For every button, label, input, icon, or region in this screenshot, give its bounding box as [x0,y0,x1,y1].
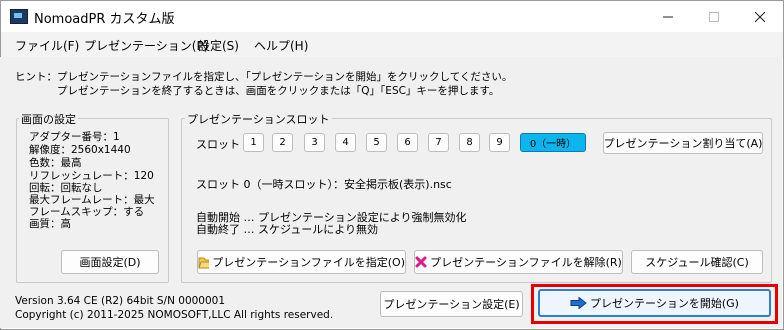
menu-file[interactable]: ファイル(F) [15,37,79,54]
display-settings-label: 画面の設定 [19,111,78,127]
assign-presentation-button[interactable]: プレゼンテーション割り当て(A) [603,132,763,154]
slot-button-4[interactable]: 4 [335,133,356,152]
presentation-slot-label: プレゼンテーションスロット [185,111,332,127]
release-file-button[interactable]: プレゼンテーションファイルを解除(R) [414,250,623,274]
display-info-quality: 画質：高 [29,218,71,230]
title-bar: NomoadPR カスタム版 [1,1,783,32]
delete-x-icon [415,256,427,268]
release-file-label: プレゼンテーションファイルを解除(R) [430,256,622,269]
display-info-resolution: 解像度：2560x1440 [29,144,131,156]
slot-label: スロット [196,138,240,151]
slot-button-1[interactable]: 1 [243,133,264,152]
auto-end-text: 自動終了 … スケジュールにより無効 [196,223,379,236]
slot-button-2[interactable]: 2 [272,133,293,152]
app-monitor-icon [10,9,28,24]
slot-button-0-temporary[interactable]: 0（一時） [520,133,586,152]
presentation-settings-button[interactable]: プレゼンテーション設定(E) [380,291,523,317]
slot-button-6[interactable]: 6 [397,133,418,152]
specify-file-button[interactable]: プレゼンテーションファイルを指定(O) [197,250,406,274]
display-info-colors: 色数：最高 [29,157,82,169]
copyright-text: Copyright (c) 2011-2025 NOMOSOFT,LLC All… [15,309,334,321]
menu-help[interactable]: ヘルプ(H) [254,37,308,54]
slot-button-5[interactable]: 5 [366,133,387,152]
display-settings-button[interactable]: 画面設定(D) [61,250,159,274]
slot-button-7[interactable]: 7 [428,133,449,152]
window-title: NomoadPR カスタム版 [34,12,175,27]
menu-bar: ファイル(F) プレゼンテーション(P) 設定(S) ヘルプ(H) [1,32,783,58]
highlight-box [531,284,778,324]
minimize-icon[interactable] [645,1,691,32]
slot-button-3[interactable]: 3 [304,133,325,152]
hint-line-2: プレゼンテーションを終了するときは、画面をクリックまたは「Q」「ESC」キーを押… [57,85,500,97]
maximize-icon [691,1,737,32]
slot-button-9[interactable]: 9 [489,133,510,152]
close-icon[interactable] [737,1,783,32]
hint-line-1: ヒント：プレゼンテーションファイルを指定し、「プレゼンテーションを開始」をクリッ… [15,71,513,83]
current-slot-text: スロット 0（一時スロット）：安全掲示板(表示).nsc [196,178,452,191]
menu-presentation[interactable]: プレゼンテーション(P) [84,37,208,54]
menu-settings[interactable]: 設定(S) [198,37,239,54]
specify-file-label: プレゼンテーションファイルを指定(O) [212,256,405,269]
slot-button-8[interactable]: 8 [459,133,480,152]
schedule-check-button[interactable]: スケジュール確認(C) [631,250,763,274]
display-info-adapter: アダプター番号：1 [29,131,120,143]
folder-open-icon [198,257,210,268]
version-text: Version 3.64 CE (R2) 64bit S/N 0000001 [15,295,226,307]
